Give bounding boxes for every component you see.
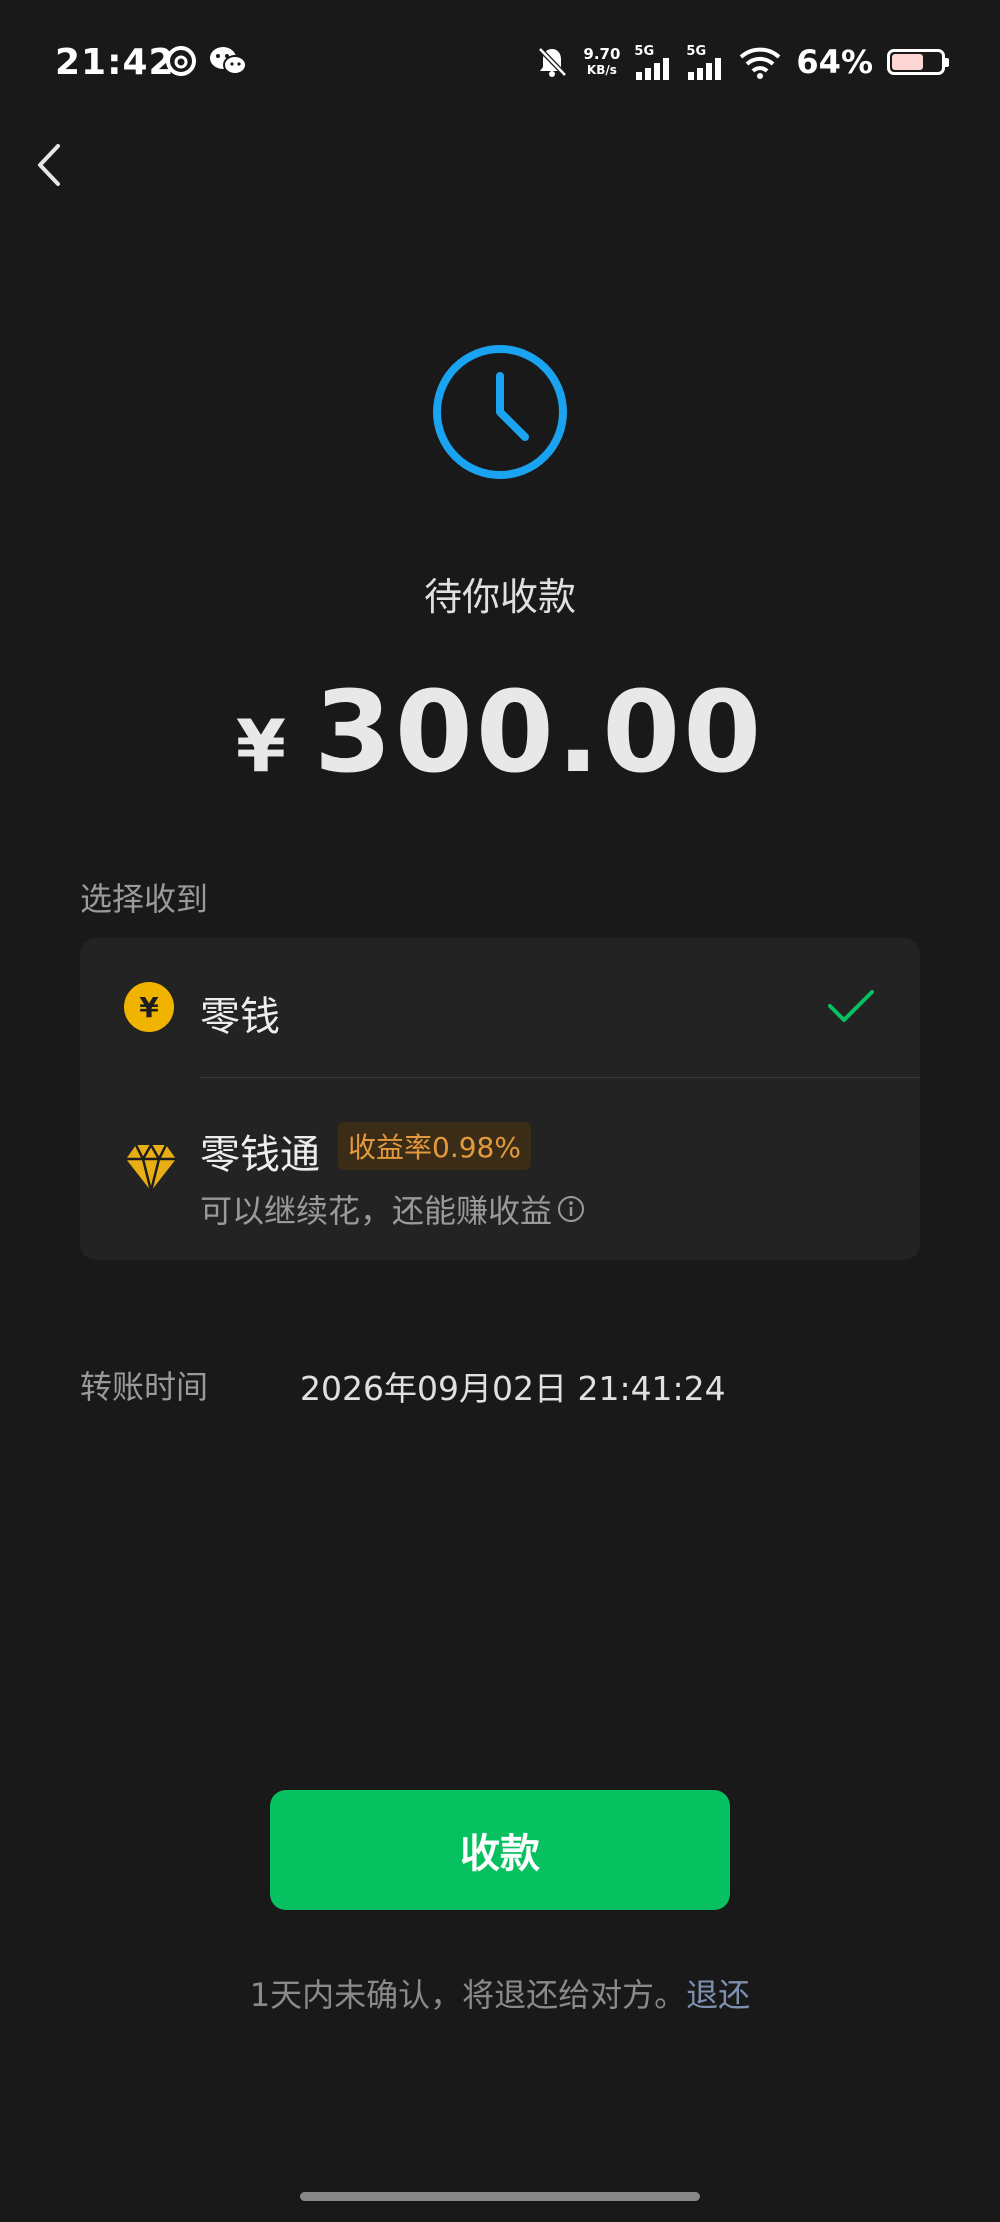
battery-level-fill: [892, 54, 923, 70]
network-speed-unit: KB/s: [586, 63, 617, 77]
refund-notice-text: 1天内未确认，将退还给对方。: [249, 1976, 687, 2014]
mute-bell-icon: [538, 47, 568, 77]
checkmark-icon: [828, 990, 874, 1022]
pending-clock-icon: [433, 345, 567, 479]
receive-options-card: ¥ 零钱 零钱通 收益率0.98% 可以继续花，还能赚收益: [80, 938, 920, 1260]
transfer-time-value: 2026年09月02日 21:41:24: [300, 1369, 726, 1408]
info-icon[interactable]: [556, 1194, 586, 1224]
yuan-coin-icon: ¥: [124, 982, 174, 1032]
option-lingqiantong[interactable]: 零钱通 收益率0.98% 可以继续花，还能赚收益: [80, 1078, 920, 1260]
status-right-cluster: 9.70 KB/s 5G 5G 64%: [535, 42, 949, 82]
netease-music-icon: [166, 46, 196, 76]
currency-symbol: ¥: [235, 704, 286, 788]
receive-button[interactable]: 收款: [270, 1790, 730, 1910]
home-indicator[interactable]: [300, 2192, 700, 2201]
back-arrow-icon[interactable]: [30, 140, 70, 190]
wifi-icon: [740, 47, 781, 79]
amount-value: 300.00: [313, 668, 765, 798]
battery-icon: [887, 49, 949, 75]
wechat-icon: [210, 47, 247, 75]
payment-status-title: 待你收款: [423, 575, 576, 619]
signal-1-label: 5G: [634, 43, 655, 59]
option-change-label: 零钱: [200, 994, 280, 1040]
battery-percent: 64%: [796, 43, 873, 81]
signal-1: 5G: [634, 45, 672, 80]
refund-link[interactable]: 退还: [686, 1976, 750, 2014]
transfer-time-label: 转账时间: [80, 1368, 209, 1406]
network-speed-value: 9.70: [583, 45, 621, 63]
signal-bars-icon: [636, 57, 670, 80]
status-app-icons: [164, 44, 248, 78]
yield-rate-badge: 收益率0.98%: [338, 1122, 531, 1170]
network-speed: 9.70 KB/s: [583, 46, 620, 78]
receive-to-label: 选择收到: [80, 880, 209, 918]
signal-2-label: 5G: [686, 43, 707, 59]
diamond-icon: [126, 1142, 176, 1192]
refund-notice: 1天内未确认，将退还给对方。退还: [0, 1970, 1000, 2016]
signal-bars-icon: [688, 57, 722, 80]
option-lingqiantong-subtitle: 可以继续花，还能赚收益: [200, 1192, 553, 1230]
status-bar: 21:42 9.70 KB/s 5G 5G 64%: [0, 0, 1000, 130]
option-change[interactable]: ¥ 零钱: [80, 938, 920, 1078]
signal-2: 5G: [686, 45, 724, 80]
option-lingqiantong-label: 零钱通: [200, 1132, 320, 1178]
amount-display: ¥ 300.00: [0, 668, 1000, 798]
status-time: 21:42: [55, 42, 175, 83]
option-lingqiantong-subtitle-row: 可以继续花，还能赚收益: [200, 1186, 586, 1232]
